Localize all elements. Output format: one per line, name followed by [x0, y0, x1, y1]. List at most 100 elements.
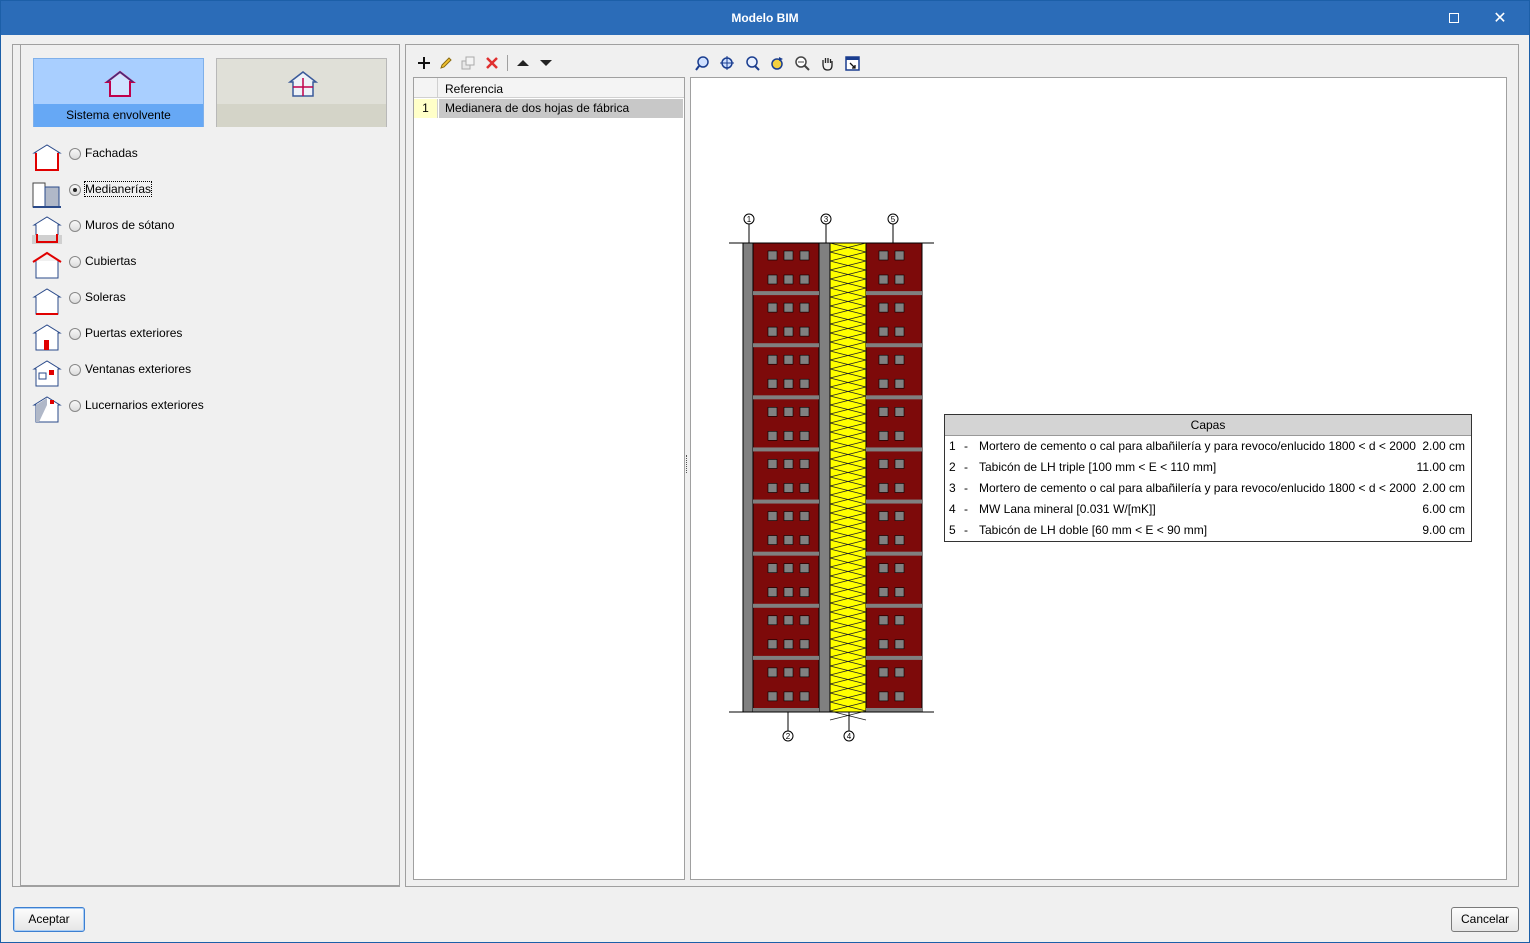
medianerias-radio[interactable] — [69, 184, 81, 196]
brick-joint — [753, 603, 819, 608]
copy-button[interactable] — [459, 54, 477, 72]
referencia-column-header[interactable]: Referencia — [445, 82, 503, 96]
layer-marker-label: 1 — [747, 215, 752, 224]
zoom-out-button[interactable] — [793, 54, 811, 72]
layer-marker-label: 2 — [786, 732, 791, 741]
move-down-button[interactable] — [537, 54, 555, 72]
list-row[interactable]: 1 Medianera de dos hojas de fábrica — [414, 99, 684, 118]
arrow-down-icon — [540, 60, 552, 66]
close-button[interactable]: ✕ — [1477, 1, 1523, 35]
particiones-label-area — [217, 104, 386, 127]
brick-hole — [894, 354, 905, 365]
row-reference[interactable]: Medianera de dos hojas de fábrica — [439, 99, 683, 118]
plus-icon — [418, 57, 430, 69]
ventanas-exteriores-label: Ventanas exteriores — [85, 362, 192, 376]
accept-button[interactable]: Aceptar — [13, 907, 85, 932]
brick-hole — [799, 274, 810, 285]
layer-description: MW Lana mineral [0.031 W/[mK]] — [979, 502, 1156, 516]
list-header-corner — [414, 78, 438, 98]
brick-hole — [878, 483, 889, 493]
zoom-previous-button[interactable] — [693, 54, 711, 72]
export-view-button[interactable] — [843, 54, 861, 72]
cubiertas-icon — [32, 251, 62, 279]
section-view[interactable]: 1 3 5 2 4 Capas 1 - Mortero de cemento o cal… — [690, 77, 1507, 880]
regenerate-button[interactable] — [768, 54, 786, 72]
brick-hole — [767, 587, 778, 597]
maximize-button[interactable] — [1431, 1, 1477, 35]
brick-joint — [866, 395, 922, 400]
brick-hole — [783, 615, 794, 626]
pencil-icon — [440, 57, 452, 69]
layer-marker-label: 4 — [847, 732, 852, 741]
move-up-button[interactable] — [514, 54, 532, 72]
cancel-button[interactable]: Cancelar — [1451, 907, 1519, 932]
delete-button[interactable] — [483, 54, 501, 72]
brick-hole — [799, 535, 810, 545]
brick-hole — [767, 250, 778, 261]
brick-hole — [894, 563, 905, 573]
capas-table: Capas 1 - Mortero de cemento o cal para … — [944, 414, 1472, 542]
lucernarios-exteriores-radio[interactable] — [69, 400, 81, 412]
layer-description: Tabicón de LH triple [100 mm < E < 110 m… — [979, 460, 1217, 474]
brick-hole — [894, 326, 905, 337]
layer-thickness: 11.00 cm — [1416, 460, 1465, 474]
zoom-window-button[interactable] — [743, 54, 761, 72]
arrow-up-icon — [517, 60, 529, 66]
category-panel: Sistema envolvente Fachadas Medianerías … — [20, 45, 400, 886]
medianerias-label: Medianerías — [83, 181, 153, 197]
brick-hole — [783, 274, 794, 285]
brick-hole — [783, 639, 794, 650]
particiones-button[interactable] — [216, 58, 387, 127]
layer-row: 3 - Mortero de cemento o cal para albañi… — [945, 478, 1471, 499]
layer-dash: - — [964, 502, 968, 516]
layer-number: 5 — [949, 523, 956, 537]
cubiertas-label: Cubiertas — [85, 254, 137, 268]
edit-button[interactable] — [437, 54, 455, 72]
pan-button[interactable] — [818, 54, 836, 72]
brick-hole — [878, 667, 889, 678]
brick-hole — [878, 274, 889, 285]
brick-hole — [783, 326, 794, 337]
brick-joint — [866, 343, 922, 348]
ventanas-exteriores-radio[interactable] — [69, 364, 81, 376]
add-button[interactable] — [415, 54, 433, 72]
brick-hole — [767, 639, 778, 650]
sistema-envolvente-button[interactable]: Sistema envolvente — [33, 58, 204, 127]
brick-hole — [783, 691, 794, 702]
brick-hole — [894, 615, 905, 626]
brick-joint — [866, 603, 922, 608]
brick-hole — [878, 431, 889, 441]
cubiertas-radio[interactable] — [69, 256, 81, 268]
brick-hole — [878, 639, 889, 650]
brick-hole — [783, 587, 794, 597]
layer-row: 1 - Mortero de cemento o cal para albañi… — [945, 436, 1471, 457]
brick-hole — [894, 431, 905, 441]
brick-hole — [878, 563, 889, 573]
brick-hole — [878, 615, 889, 626]
brick-joint — [753, 708, 819, 712]
brick-hole — [783, 250, 794, 261]
brick-hole — [767, 354, 778, 365]
brick-hole — [894, 407, 905, 417]
ventanas-exteriores-icon — [32, 360, 62, 387]
hand-pan-icon — [821, 57, 833, 71]
muros-sotano-icon — [32, 216, 62, 244]
soleras-radio[interactable] — [69, 292, 81, 304]
brick-hole — [799, 639, 810, 650]
layer-dash: - — [964, 439, 968, 453]
brick-hole — [767, 431, 778, 441]
brick-hole — [783, 302, 794, 313]
fachadas-radio[interactable] — [69, 148, 81, 160]
brick-hole — [783, 535, 794, 545]
reference-list[interactable]: Referencia 1 Medianera de dos hojas de f… — [413, 77, 685, 880]
puertas-exteriores-radio[interactable] — [69, 328, 81, 340]
brick-joint — [866, 447, 922, 452]
brick-joint — [866, 708, 922, 712]
muros-sotano-radio[interactable] — [69, 220, 81, 232]
lucernarios-exteriores-label: Lucernarios exteriores — [85, 398, 204, 412]
panel-splitter[interactable] — [686, 455, 689, 473]
brick-hole — [799, 563, 810, 573]
brick-hole — [767, 511, 778, 521]
zoom-all-button[interactable] — [718, 54, 736, 72]
brick-hole — [767, 563, 778, 573]
